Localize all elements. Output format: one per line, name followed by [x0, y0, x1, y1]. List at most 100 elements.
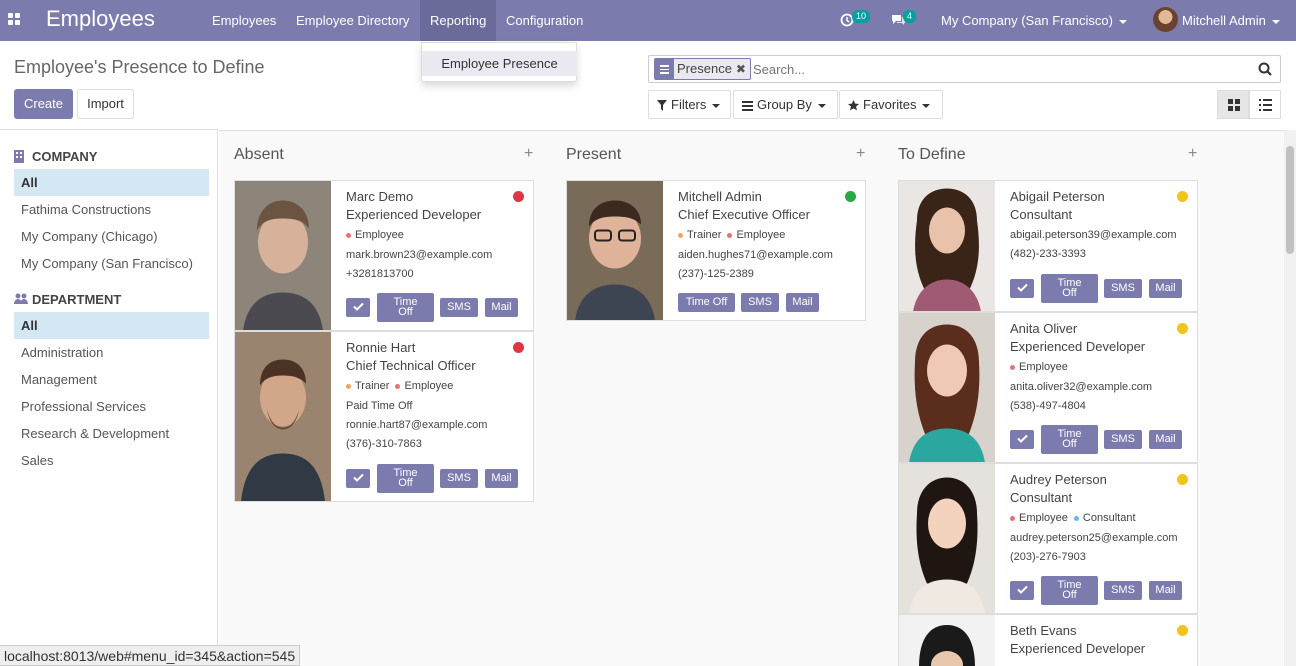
department-item[interactable]: Administration: [14, 339, 209, 366]
menu-employee-directory[interactable]: Employee Directory: [286, 0, 419, 41]
apps-icon[interactable]: [8, 13, 21, 26]
department-item[interactable]: Professional Services: [14, 393, 209, 420]
company-switcher[interactable]: My Company (San Francisco): [941, 0, 1127, 41]
employee-card[interactable]: Mitchell Admin Chief Executive Officer T…: [566, 180, 866, 321]
presence-status-icon: [1177, 323, 1188, 334]
column-title-absent: Absent: [234, 146, 284, 163]
search-bar: Presence ✖: [648, 55, 1281, 83]
scrollbar[interactable]: [1284, 130, 1296, 666]
sms-button[interactable]: SMS: [741, 293, 779, 312]
checkmark-icon[interactable]: [346, 298, 370, 317]
avatar[interactable]: [1153, 7, 1178, 32]
time-off-button[interactable]: Time Off: [377, 293, 434, 322]
employee-tags: Employee Consultant: [1010, 512, 1142, 524]
plus-icon[interactable]: +: [856, 145, 865, 163]
user-menu[interactable]: Mitchell Admin: [1182, 0, 1280, 41]
sms-button[interactable]: SMS: [440, 298, 478, 317]
checkmark-icon[interactable]: [1010, 581, 1034, 600]
kanban-view-button[interactable]: [1217, 90, 1249, 119]
department-section-header: DEPARTMENT: [14, 292, 121, 307]
users-icon: [14, 293, 28, 304]
employee-job: Chief Executive Officer: [678, 207, 810, 222]
employee-job: Consultant: [1010, 490, 1073, 505]
filters-button[interactable]: Filters: [648, 90, 731, 119]
employee-phone: (538)-497-4804: [1010, 400, 1086, 412]
user-name: Mitchell Admin: [1182, 13, 1266, 28]
sms-button[interactable]: SMS: [1104, 279, 1142, 298]
list-view-button[interactable]: [1249, 90, 1281, 119]
mail-button[interactable]: Mail: [485, 298, 518, 317]
time-off-button[interactable]: Time Off: [1041, 425, 1098, 454]
search-input[interactable]: [753, 60, 1233, 78]
tag-label: Employee: [355, 229, 404, 241]
search-icon[interactable]: [1258, 62, 1272, 76]
menu-item-employee-presence[interactable]: Employee Presence: [422, 51, 577, 76]
employee-card[interactable]: Beth Evans Experienced Developer: [898, 614, 1198, 666]
department-item-all[interactable]: All: [14, 312, 209, 339]
employee-card[interactable]: Ronnie Hart Chief Technical Officer Trai…: [234, 331, 534, 502]
department-header-label: DEPARTMENT: [32, 292, 122, 307]
import-button[interactable]: Import: [77, 89, 134, 119]
employee-job: Consultant: [1010, 207, 1073, 222]
employee-card[interactable]: Audrey Peterson Consultant Employee Consu…: [898, 463, 1198, 614]
menu-reporting[interactable]: Reporting: [420, 0, 497, 41]
time-off-button[interactable]: Time Off: [1041, 576, 1098, 605]
column-title-to-define: To Define: [898, 146, 966, 163]
checkmark-icon[interactable]: [1010, 279, 1034, 298]
employee-photo: [899, 313, 995, 462]
employee-email: audrey.peterson25@example.com: [1010, 532, 1178, 544]
presence-text: Paid Time Off: [346, 400, 413, 412]
employee-name: Ronnie Hart: [346, 340, 416, 355]
presence-status-icon: [513, 191, 524, 202]
favorites-button[interactable]: Favorites: [839, 90, 943, 119]
mail-button[interactable]: Mail: [786, 293, 819, 312]
mail-button[interactable]: Mail: [1149, 430, 1182, 449]
company-item-all[interactable]: All: [14, 169, 209, 196]
department-item[interactable]: Management: [14, 366, 209, 393]
tag-label: Employee: [1019, 361, 1068, 373]
status-bar-url: localhost:8013/web#menu_id=345&action=54…: [0, 645, 301, 666]
mail-button[interactable]: Mail: [1149, 279, 1182, 298]
chevron-down-icon: [817, 103, 826, 108]
group-by-button[interactable]: Group By: [733, 90, 838, 119]
company-item[interactable]: My Company (San Francisco): [14, 250, 209, 277]
close-icon[interactable]: ✖: [736, 59, 746, 79]
checkmark-icon[interactable]: [346, 469, 370, 488]
checkmark-icon[interactable]: [1010, 430, 1034, 449]
messaging-menu[interactable]: 4: [891, 0, 921, 41]
company-item[interactable]: My Company (Chicago): [14, 223, 209, 250]
time-off-button[interactable]: Time Off: [1041, 274, 1098, 303]
kanban-view-icon: [1228, 99, 1240, 111]
list-view-icon: [1259, 99, 1272, 111]
company-item[interactable]: Fathima Constructions: [14, 196, 209, 223]
department-item[interactable]: Research & Development: [14, 420, 209, 447]
group-by-icon: [742, 100, 753, 111]
time-off-button[interactable]: Time Off: [377, 464, 434, 493]
employee-tags: Trainer Employee: [346, 380, 459, 392]
employee-job: Experienced Developer: [1010, 641, 1146, 656]
employee-tags: Trainer Employee: [678, 229, 791, 241]
plus-icon[interactable]: +: [1188, 145, 1197, 163]
activity-menu[interactable]: 10: [840, 0, 871, 41]
mail-button[interactable]: Mail: [1149, 581, 1182, 600]
time-off-button[interactable]: Time Off: [678, 293, 735, 312]
plus-icon[interactable]: +: [524, 145, 533, 163]
sms-button[interactable]: SMS: [1104, 430, 1142, 449]
menu-employees[interactable]: Employees: [202, 0, 286, 41]
search-panel: COMPANY All Fathima Constructions My Com…: [0, 129, 218, 666]
employee-card[interactable]: Marc Demo Experienced Developer Employee…: [234, 180, 534, 331]
mail-button[interactable]: Mail: [485, 469, 518, 488]
company-header-label: COMPANY: [32, 149, 98, 164]
employee-photo: [899, 615, 995, 666]
presence-status-icon: [513, 342, 524, 353]
tag-label: Employee: [736, 229, 786, 241]
employee-phone: (376)-310-7863: [346, 438, 422, 450]
sms-button[interactable]: SMS: [1104, 581, 1142, 600]
menu-configuration[interactable]: Configuration: [496, 0, 593, 41]
app-title[interactable]: Employees: [46, 6, 155, 32]
create-button[interactable]: Create: [14, 89, 73, 119]
employee-card[interactable]: Abigail Peterson Consultant abigail.pete…: [898, 180, 1198, 312]
sms-button[interactable]: SMS: [440, 469, 478, 488]
department-item[interactable]: Sales: [14, 447, 209, 474]
employee-card[interactable]: Anita Oliver Experienced Developer Emplo…: [898, 312, 1198, 463]
